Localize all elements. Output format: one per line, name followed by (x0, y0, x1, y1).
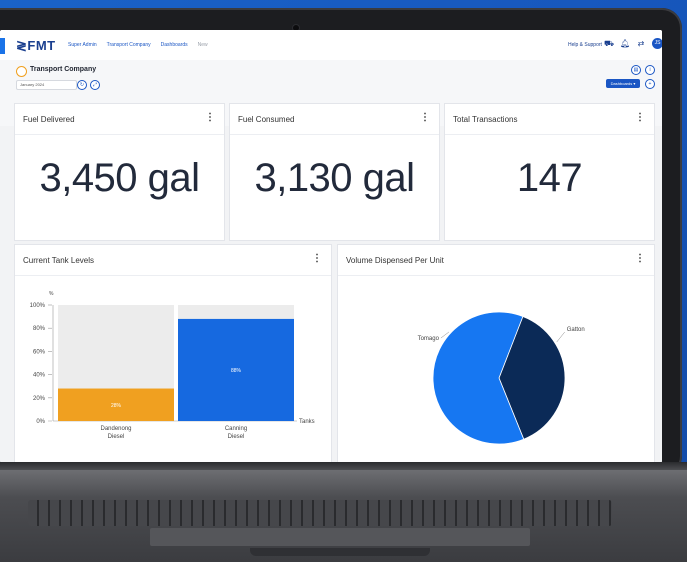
add-icon[interactable]: + (645, 79, 655, 89)
refresh-icon[interactable]: ↻ (77, 80, 87, 90)
kpi-value: 3,450 gal (39, 156, 200, 200)
expand-icon[interactable]: ⤢ (90, 80, 100, 90)
kpi-card-total-transactions: Total Transactions ⋮ 147 (444, 103, 655, 241)
kpi-value: 147 (516, 156, 583, 200)
kpi-value: 3,130 gal (254, 156, 415, 200)
swap-icon[interactable]: ⇄ (636, 39, 646, 49)
dashboards-dropdown[interactable]: Dashboards ▾ (606, 79, 640, 88)
tank-levels-card: Current Tank Levels ⋮ % 0% 20% 40% 60% 80% 100… (14, 244, 332, 463)
bar-value-label: 88% (231, 368, 242, 374)
kpi-title: Fuel Delivered (23, 115, 75, 124)
x-axis-label: Tanks (299, 419, 315, 425)
y-tick-label: 20% (33, 396, 46, 402)
more-options-icon[interactable]: ⋮ (420, 113, 430, 123)
sidebar-toggle[interactable] (0, 38, 5, 54)
date-select[interactable]: January 2024 (16, 80, 77, 90)
app-screen: ≷FMT Super Admin Transport Company Dashb… (0, 30, 662, 463)
bar-value-label: 28% (111, 403, 122, 409)
chart-title: Volume Dispensed Per Unit (346, 256, 444, 265)
pie-label: Gatton (567, 327, 585, 333)
breadcrumb-transport-company[interactable]: Transport Company (107, 42, 151, 48)
y-tick-label: 80% (33, 326, 46, 332)
y-tick-label: 100% (30, 303, 46, 309)
page-title: Transport Company (30, 66, 97, 73)
print-icon[interactable]: ▤ (631, 65, 641, 75)
tank-levels-chart: % 0% 20% 40% 60% 80% 100% 28% Dandenong Diesel 88%… (30, 291, 315, 440)
breadcrumb-new: New (197, 42, 208, 48)
kpi-card-fuel-consumed: Fuel Consumed ⋮ 3,130 gal (229, 103, 440, 241)
volume-pie-chart: Gatton Tomago (418, 311, 585, 445)
breadcrumb-dashboards[interactable]: Dashboards (161, 42, 188, 48)
breadcrumb-super-admin[interactable]: Super Admin (68, 42, 97, 48)
more-options-icon[interactable]: ⋮ (205, 113, 215, 123)
pie-label: Tomago (418, 336, 440, 342)
chart-title: Current Tank Levels (23, 256, 94, 265)
trackpad (150, 528, 530, 546)
more-options-icon[interactable]: ⋮ (312, 254, 322, 264)
y-tick-label: 60% (33, 349, 46, 355)
truck-icon[interactable]: ⛟ (604, 39, 614, 49)
y-tick-label: 40% (33, 373, 46, 379)
x-tick-label: Diesel (228, 434, 245, 440)
y-tick-label: 0% (36, 419, 45, 425)
volume-per-unit-card: Volume Dispensed Per Unit ⋮ Gatton Tomago (337, 244, 655, 463)
kpi-title: Fuel Consumed (238, 115, 295, 124)
more-options-icon[interactable]: ⋮ (635, 254, 645, 264)
avatar[interactable]: JS (652, 38, 662, 49)
bell-icon[interactable]: 🔔︎ (620, 39, 630, 49)
nav-icon-group: ⛟ 🔔︎ ⇄ JS (604, 38, 662, 49)
x-tick-label: Dandenong (100, 426, 131, 432)
more-options-icon[interactable]: ⋮ (635, 113, 645, 123)
laptop-lip (250, 548, 430, 556)
app-logo[interactable]: ≷FMT (16, 38, 56, 54)
help-support-link[interactable]: Help & Support (568, 42, 602, 48)
keyboard (28, 500, 612, 526)
kpi-card-fuel-delivered: Fuel Delivered ⋮ 3,450 gal (14, 103, 225, 241)
breadcrumb: Super Admin Transport Company Dashboards… (68, 42, 208, 48)
y-axis-label: % (49, 291, 54, 297)
kpi-title: Total Transactions (453, 115, 518, 124)
x-tick-label: Canning (225, 426, 247, 432)
info-icon[interactable]: i (645, 65, 655, 75)
top-nav: ≷FMT Super Admin Transport Company Dashb… (0, 30, 662, 61)
company-icon (16, 66, 27, 77)
x-tick-label: Diesel (108, 434, 125, 440)
pie-leader-line (556, 331, 565, 343)
